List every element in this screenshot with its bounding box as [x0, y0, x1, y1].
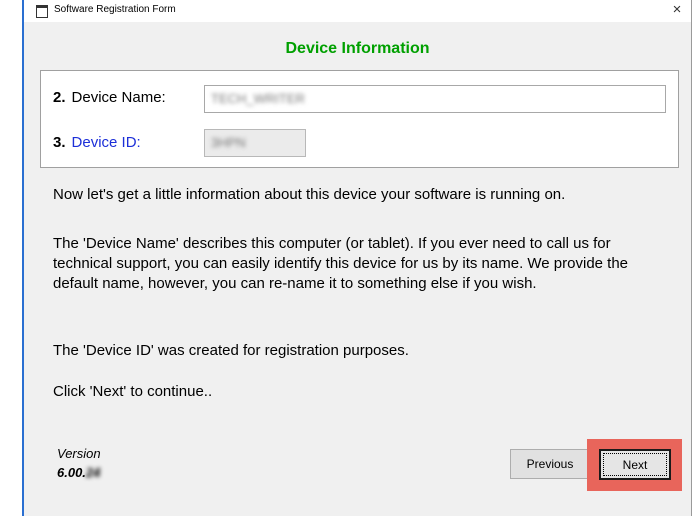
registration-window: Software Registration Form × Device Info… [24, 0, 692, 516]
continue-instruction: Click 'Next' to continue.. [53, 383, 213, 400]
page-heading: Device Information [285, 40, 430, 57]
device-name-input[interactable]: TECH_WRITER [204, 85, 666, 113]
device-name-label-row: 2. Device Name: [53, 89, 166, 106]
close-icon[interactable]: × [669, 0, 685, 20]
device-name-label: Device Name: [71, 89, 166, 106]
device-name-value: TECH_WRITER [211, 91, 305, 106]
previous-button[interactable]: Previous [510, 449, 590, 479]
device-id-description: The 'Device ID' was created for registra… [53, 342, 409, 359]
device-id-number: 3. [53, 134, 66, 151]
version-number-row: 6.00.24 [57, 465, 100, 480]
window-title: Software Registration Form [54, 4, 176, 15]
screen: Software Registration Form × Device Info… [0, 0, 693, 516]
title-bar[interactable]: Software Registration Form × [24, 0, 691, 22]
device-id-label: Device ID: [71, 134, 141, 151]
device-name-description: The 'Device Name' describes this compute… [53, 235, 629, 292]
version-number: 6.00. [57, 465, 86, 480]
version-number-suffix: 24 [85, 465, 101, 480]
background-window-edge [0, 0, 26, 516]
device-fields-panel: 2. Device Name: TECH_WRITER 3. Device ID: … [40, 70, 679, 168]
version-label: Version [57, 446, 101, 461]
device-name-number: 2. [53, 89, 66, 106]
next-button[interactable]: Next [599, 449, 671, 480]
device-id-value: 3HPN [211, 135, 246, 150]
intro-text: Now let's get a little information about… [53, 186, 566, 203]
device-id-label-row: 3. Device ID: [53, 134, 141, 151]
form-window-icon [36, 5, 48, 18]
device-id-field: 3HPN [204, 129, 306, 157]
